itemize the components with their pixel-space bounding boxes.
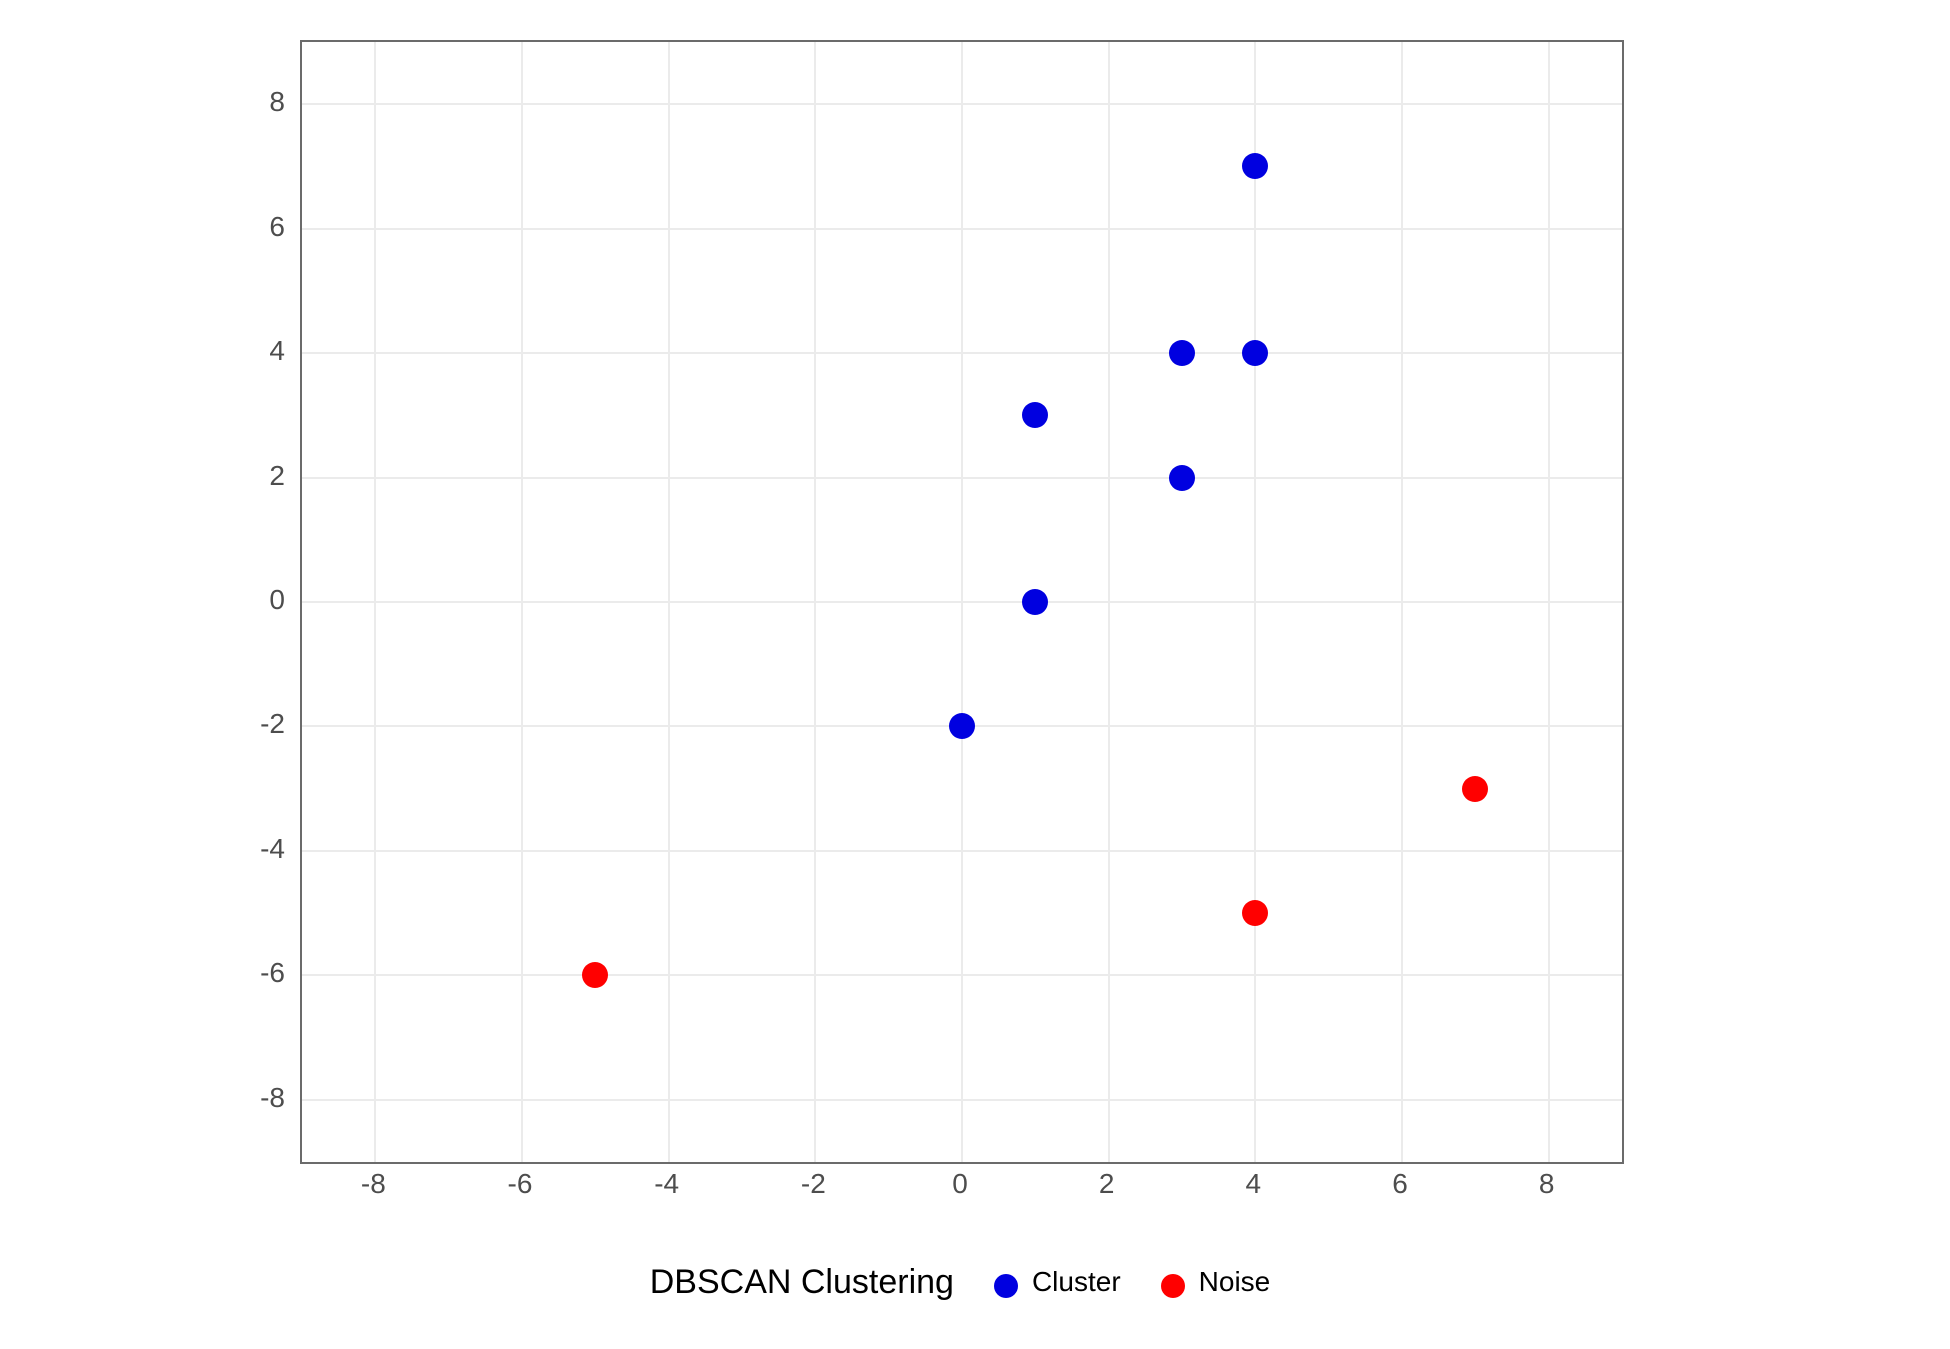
y-tick-label: -6	[205, 957, 285, 989]
chart-stage: DBSCAN Clustering Cluster Noise -8 -6 -4 -2…	[0, 0, 1950, 1349]
legend-dot-noise	[1161, 1274, 1185, 1298]
x-tick-label: -6	[490, 1168, 550, 1200]
x-tick-label: -2	[783, 1168, 843, 1200]
plot-panel	[300, 40, 1624, 1164]
y-tick-label: 8	[205, 86, 285, 118]
legend-entry-noise: Noise	[1161, 1266, 1271, 1299]
x-tick-label: 8	[1517, 1168, 1577, 1200]
x-tick-label: 2	[1077, 1168, 1137, 1200]
y-tick-label: -4	[205, 833, 285, 865]
data-point-cluster	[1022, 402, 1048, 428]
y-tick-label: 2	[205, 460, 285, 492]
legend-label-noise: Noise	[1199, 1266, 1271, 1297]
data-point-cluster	[1242, 153, 1268, 179]
grid-horizontal	[302, 228, 1622, 230]
grid-horizontal	[302, 601, 1622, 603]
x-tick-label: -8	[343, 1168, 403, 1200]
x-tick-label: 4	[1223, 1168, 1283, 1200]
data-point-noise	[1462, 776, 1488, 802]
data-point-cluster	[1242, 340, 1268, 366]
data-point-cluster	[1022, 589, 1048, 615]
grid-horizontal	[302, 974, 1622, 976]
legend-label-cluster: Cluster	[1032, 1266, 1121, 1297]
legend-dot-cluster	[994, 1274, 1018, 1298]
grid-horizontal	[302, 477, 1622, 479]
grid-horizontal	[302, 1099, 1622, 1101]
legend: DBSCAN Clustering Cluster Noise	[300, 1252, 1620, 1312]
data-point-cluster	[949, 713, 975, 739]
grid-horizontal	[302, 103, 1622, 105]
x-tick-label: 6	[1370, 1168, 1430, 1200]
data-point-noise	[1242, 900, 1268, 926]
y-tick-label: 0	[205, 584, 285, 616]
x-tick-label: 0	[930, 1168, 990, 1200]
data-point-noise	[582, 962, 608, 988]
y-tick-label: 6	[205, 211, 285, 243]
y-tick-label: -8	[205, 1082, 285, 1114]
data-point-cluster	[1169, 340, 1195, 366]
x-tick-label: -4	[637, 1168, 697, 1200]
y-tick-label: -2	[205, 708, 285, 740]
legend-title: DBSCAN Clustering	[650, 1263, 954, 1302]
grid-horizontal	[302, 850, 1622, 852]
data-point-cluster	[1169, 465, 1195, 491]
y-tick-label: 4	[205, 335, 285, 367]
grid-horizontal	[302, 352, 1622, 354]
legend-entry-cluster: Cluster	[994, 1266, 1121, 1299]
